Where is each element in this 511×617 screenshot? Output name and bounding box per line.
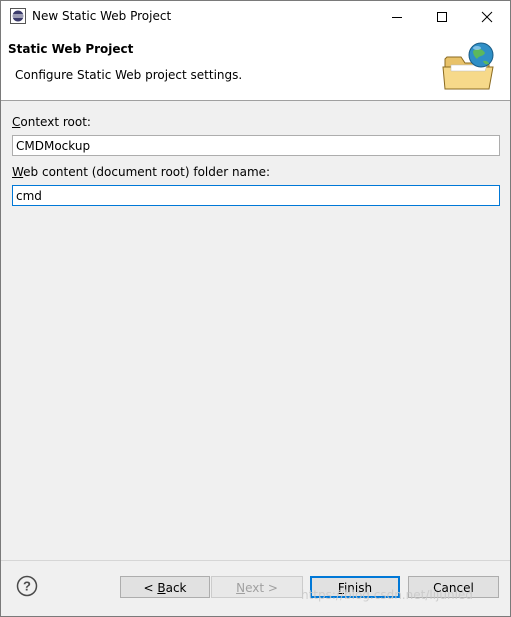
maximize-icon [437, 12, 447, 22]
help-icon[interactable]: ? [16, 575, 38, 597]
finish-button[interactable]: Finish [310, 576, 400, 598]
window-title: New Static Web Project [32, 9, 172, 23]
dialog-window: New Static Web Project Static Web Projec… [0, 0, 511, 617]
context-root-input[interactable] [13, 136, 496, 155]
context-root-field[interactable] [12, 135, 500, 156]
eclipse-app-icon [10, 8, 26, 24]
web-content-input[interactable] [13, 186, 496, 205]
web-content-label: Web content (document root) folder name: [12, 165, 271, 179]
close-icon [481, 11, 493, 23]
wizard-banner: Static Web Project Configure Static Web … [1, 32, 510, 101]
svg-text:?: ? [23, 579, 31, 594]
minimize-button[interactable] [374, 1, 419, 32]
page-description: Configure Static Web project settings. [15, 68, 243, 82]
next-button[interactable]: Next > [211, 576, 303, 598]
title-bar[interactable]: New Static Web Project [1, 1, 510, 32]
close-button[interactable] [464, 1, 509, 32]
context-root-label: Context root: [12, 115, 91, 129]
web-content-field[interactable] [12, 185, 500, 206]
minimize-icon [392, 17, 402, 18]
globe-folder-icon [442, 42, 494, 90]
maximize-button[interactable] [419, 1, 464, 32]
cancel-button[interactable]: Cancel [408, 576, 499, 598]
back-button[interactable]: < Back [120, 576, 210, 598]
footer-separator [1, 560, 510, 561]
page-title: Static Web Project [8, 42, 134, 56]
